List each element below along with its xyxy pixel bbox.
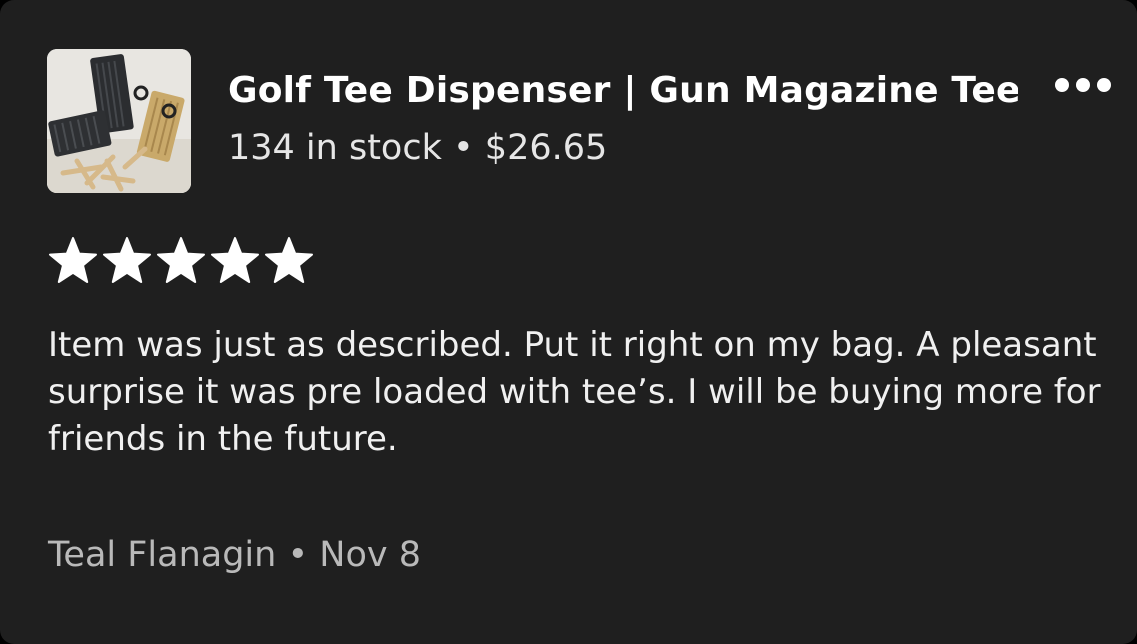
more-horizontal-icon [1055,78,1069,92]
listing-meta: 134 in stock • $26.65 [228,128,607,168]
more-horizontal-icon [1097,78,1111,92]
reviewer-name: Teal Flanagin [48,535,277,575]
star-rating [48,235,314,285]
review-date: Nov 8 [319,535,421,575]
review-footer: Teal Flanagin • Nov 8 [48,535,421,575]
star-icon [211,237,259,283]
star-icon [49,237,97,283]
footer-separator: • [287,535,309,575]
review-text: Item was just as described. Put it right… [48,325,1101,459]
product-photo-icon [47,49,191,193]
listing-price: $26.65 [484,128,608,168]
star-icon [103,237,151,283]
stock-count: 134 in stock [228,128,442,168]
star-icon [157,237,205,283]
more-options-button[interactable] [1048,68,1118,102]
product-thumbnail[interactable] [47,49,191,193]
listing-title[interactable]: Golf Tee Dispenser | Gun Magazine Tee... [228,70,1018,111]
review-card: Golf Tee Dispenser | Gun Magazine Tee...… [0,0,1137,644]
meta-separator: • [453,128,474,168]
star-icon [265,237,313,283]
more-horizontal-icon [1076,78,1090,92]
